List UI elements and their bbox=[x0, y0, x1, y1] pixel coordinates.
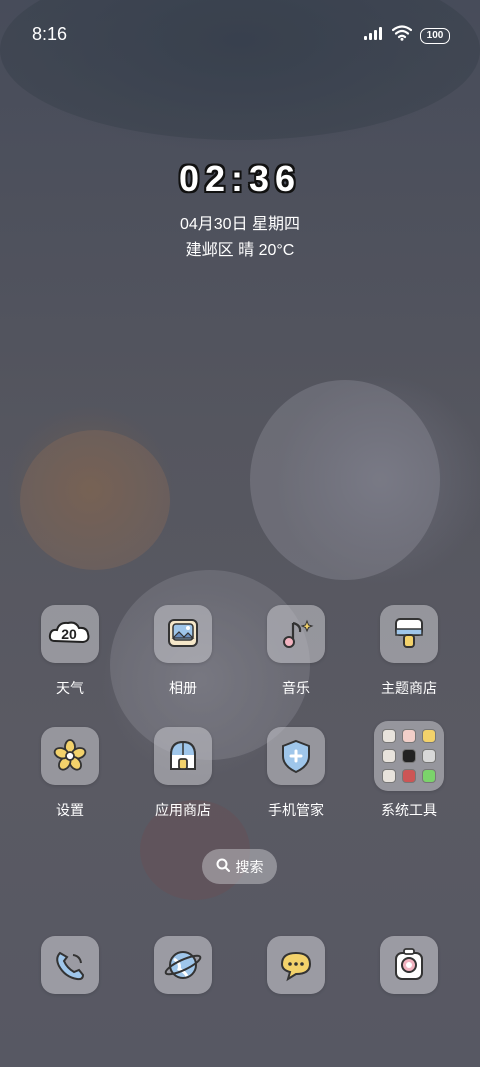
settings-icon bbox=[41, 727, 99, 785]
mini-app-icon bbox=[382, 769, 396, 783]
mini-app-icon bbox=[422, 769, 436, 783]
status-time: 8:16 bbox=[32, 24, 68, 44]
app-label: 相册 bbox=[169, 680, 197, 696]
mini-app-icon bbox=[382, 749, 396, 763]
battery-icon: 100 bbox=[420, 27, 450, 44]
app-label: 音乐 bbox=[282, 680, 310, 696]
music-icon bbox=[267, 605, 325, 663]
phone-icon bbox=[41, 936, 99, 994]
weather-icon: 20 bbox=[41, 605, 99, 663]
dock-camera[interactable] bbox=[354, 936, 464, 994]
app-app-store[interactable]: 应用商店 bbox=[128, 727, 238, 820]
wifi-icon bbox=[391, 25, 413, 46]
folder-icon bbox=[374, 721, 444, 791]
camera-icon bbox=[380, 936, 438, 994]
theme-store-icon bbox=[380, 605, 438, 663]
mini-app-icon bbox=[402, 729, 416, 743]
app-label: 天气 bbox=[56, 680, 84, 696]
browser-icon bbox=[154, 936, 212, 994]
mini-app-icon bbox=[382, 729, 396, 743]
clock-date: 04月30日 星期四 bbox=[179, 216, 301, 233]
mini-app-icon bbox=[422, 749, 436, 763]
search-button[interactable]: 搜索 bbox=[202, 849, 277, 884]
app-label: 手机管家 bbox=[268, 802, 324, 818]
app-label: 设置 bbox=[56, 802, 84, 818]
app-folder-system-tools[interactable]: 系统工具 bbox=[354, 721, 464, 820]
mini-app-icon bbox=[402, 769, 416, 783]
app-settings[interactable]: 设置 bbox=[15, 727, 125, 820]
status-icons: 100 bbox=[364, 25, 450, 46]
app-music[interactable]: 音乐 bbox=[241, 605, 351, 698]
messages-icon bbox=[267, 936, 325, 994]
app-label: 应用商店 bbox=[155, 802, 211, 818]
security-icon bbox=[267, 727, 325, 785]
clock-weather: 建邺区 晴 20°C bbox=[185, 242, 295, 259]
search-icon bbox=[216, 858, 230, 875]
dock-phone[interactable] bbox=[15, 936, 125, 994]
app-store-icon bbox=[154, 727, 212, 785]
app-security[interactable]: 手机管家 bbox=[241, 727, 351, 820]
status-bar: 8:16 100 bbox=[0, 0, 480, 66]
app-theme-store[interactable]: 主题商店 bbox=[354, 605, 464, 698]
gallery-icon bbox=[154, 605, 212, 663]
app-label: 系统工具 bbox=[381, 802, 437, 818]
app-gallery[interactable]: 相册 bbox=[128, 605, 238, 698]
clock-time[interactable]: 02:36 bbox=[0, 158, 480, 200]
signal-icon bbox=[364, 26, 384, 45]
dock-browser[interactable] bbox=[128, 936, 238, 994]
app-weather[interactable]: 20 天气 bbox=[15, 605, 125, 698]
weather-temp-badge: 20 bbox=[61, 626, 77, 642]
dock-messages[interactable] bbox=[241, 936, 351, 994]
app-label: 主题商店 bbox=[381, 680, 437, 696]
mini-app-icon bbox=[402, 749, 416, 763]
mini-app-icon bbox=[422, 729, 436, 743]
search-label: 搜索 bbox=[235, 858, 264, 875]
